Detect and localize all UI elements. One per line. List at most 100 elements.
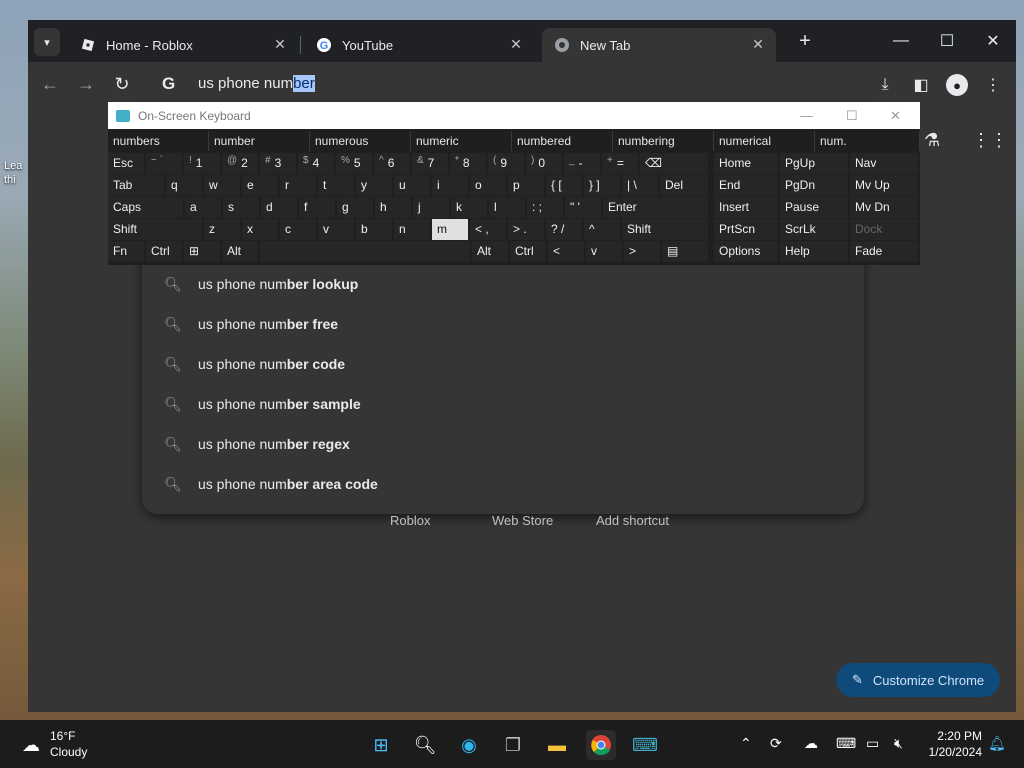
osk-key[interactable]: d [261,197,297,218]
osk-key[interactable]: p [508,175,544,196]
osk-key[interactable]: Alt [222,241,258,262]
osk-key[interactable]: h [375,197,411,218]
omnibox-input[interactable]: us phone number [198,75,315,92]
osk-key[interactable]: * 8 [450,153,486,174]
osk-key[interactable]: < , [470,219,506,240]
tab-youtube[interactable]: G YouTube ✕ [304,28,534,62]
windows-start-icon[interactable]: ⊞ [366,730,396,760]
osk-nav-key[interactable]: Help [780,241,848,262]
osk-nav-key[interactable]: Fade [850,241,918,262]
osk-key[interactable]: r [280,175,316,196]
osk-key[interactable]: j [413,197,449,218]
edge-browser-icon[interactable]: ◉ [454,730,484,760]
osk-key[interactable] [260,241,470,262]
osk-nav-key[interactable]: Dock [850,219,918,240]
osk-nav-key[interactable]: Options [714,241,778,262]
tab-roblox[interactable]: Home - Roblox ✕ [68,28,298,62]
network-icon[interactable]: ▭ [866,735,879,752]
search-icon[interactable]: 🔍︎ [410,730,440,760]
customize-chrome-button[interactable]: ✎ Customize Chrome [836,663,1000,697]
osk-key[interactable]: l [489,197,525,218]
osk-nav-key[interactable]: End [714,175,778,196]
osk-prediction[interactable]: num. [815,131,920,151]
osk-key[interactable]: } ] [584,175,620,196]
chrome-taskbar-icon[interactable] [586,730,616,760]
osk-key[interactable]: { [ [546,175,582,196]
osk-nav-key[interactable]: Nav [850,153,918,174]
osk-key[interactable]: a [185,197,221,218]
osk-key[interactable]: Tab [108,175,164,196]
osk-key[interactable]: ~ ` [146,153,182,174]
osk-key[interactable]: ? / [546,219,582,240]
maximize-button[interactable]: ☐ [924,28,970,54]
shortcut-add[interactable]: Add shortcut [596,513,669,528]
weather-widget[interactable]: 16°F Cloudy [50,728,87,760]
suggestion-item[interactable]: 🔍︎ us phone number area code [142,465,864,505]
minimize-icon[interactable]: — [800,108,813,123]
osk-key[interactable]: Del [660,175,708,196]
shortcut-roblox[interactable]: Roblox [390,513,430,528]
cloudy-weather-icon[interactable]: ☁ [16,730,46,760]
osk-key[interactable]: Ctrl [146,241,182,262]
close-icon[interactable]: ✕ [750,36,766,53]
reload-button[interactable]: ↻ [108,70,136,98]
osk-key[interactable]: " ' [565,197,601,218]
suggestion-item[interactable]: 🔍︎ us phone number free [142,305,864,345]
cloud-offline-icon[interactable]: ☁ [804,735,818,752]
osk-prediction[interactable]: numbers [108,131,209,151]
osk-key[interactable]: Esc [108,153,144,174]
close-icon[interactable]: ✕ [272,36,288,53]
osk-key[interactable]: % 5 [336,153,372,174]
chevron-up-icon[interactable]: ⌃ [740,735,752,752]
osk-prediction[interactable]: numeric [411,131,512,151]
osk-key[interactable]: w [204,175,240,196]
osk-key[interactable]: < [548,241,584,262]
task-view-icon[interactable]: ❐ [498,730,528,760]
osk-key[interactable]: ! 1 [184,153,220,174]
tab-new-tab[interactable]: New Tab ✕ [542,28,776,62]
osk-key[interactable]: o [470,175,506,196]
apps-grid-icon[interactable]: ⋮⋮⋮ [972,130,1016,151]
close-icon[interactable]: ✕ [508,36,524,53]
osk-nav-key[interactable]: Insert [714,197,778,218]
osk-key[interactable]: z [204,219,240,240]
osk-nav-key[interactable]: Mv Up [850,175,918,196]
osk-key[interactable]: ^ [584,219,620,240]
maximize-icon[interactable]: ☐ [846,108,858,124]
osk-key[interactable]: > [624,241,660,262]
osk-key[interactable]: Caps [108,197,183,218]
osk-key[interactable]: > . [508,219,544,240]
suggestion-item[interactable]: 🔍︎ us phone number code [142,345,864,385]
osk-prediction[interactable]: numerous [310,131,411,151]
osk-key[interactable]: Shift [108,219,202,240]
desktop-icon-label[interactable]: Lea [4,160,22,172]
keyboard-icon[interactable]: ⌨ [836,735,856,752]
osk-nav-key[interactable]: Pause [780,197,848,218]
osk-key[interactable]: g [337,197,373,218]
osk-key[interactable]: e [242,175,278,196]
osk-key[interactable]: x [242,219,278,240]
suggestion-item[interactable]: 🔍︎ us phone number lookup [142,265,864,305]
notification-bell-icon[interactable]: 🔔︎ [988,735,1006,752]
close-icon[interactable]: ✕ [890,108,901,124]
osk-key[interactable]: Fn [108,241,144,262]
osk-key[interactable]: Ctrl [510,241,546,262]
osk-nav-key[interactable]: Mv Dn [850,197,918,218]
osk-key[interactable]: ) 0 [526,153,562,174]
osk-key[interactable]: Alt [472,241,508,262]
osk-key[interactable]: | \ [622,175,658,196]
shortcut-web-store[interactable]: Web Store [492,513,553,528]
osk-key[interactable]: Enter [603,197,708,218]
osk-key[interactable]: v [318,219,354,240]
file-explorer-icon[interactable]: ▬ [542,730,572,760]
osk-prediction[interactable]: numbered [512,131,613,151]
osk-key[interactable]: @2 [222,153,258,174]
osk-key[interactable]: k [451,197,487,218]
osk-key[interactable]: + = [602,153,638,174]
desktop-icon-label-2[interactable]: thi [4,174,16,186]
close-window-button[interactable]: ✕ [970,28,1016,54]
suggestion-item[interactable]: 🔍︎ us phone number regex [142,425,864,465]
profile-icon[interactable]: ● [946,74,968,96]
osk-prediction[interactable]: numbering [613,131,714,151]
osk-key[interactable]: ⊞ [184,241,220,262]
